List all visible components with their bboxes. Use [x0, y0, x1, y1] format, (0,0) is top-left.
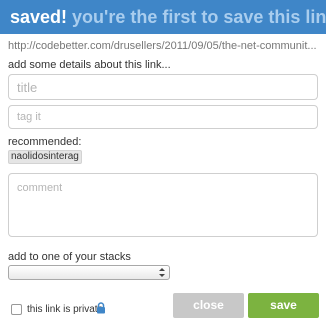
private-label: this link is private	[27, 304, 104, 315]
recommended-label: recommended:	[8, 136, 82, 148]
tag-input[interactable]	[8, 105, 318, 129]
save-button[interactable]: save	[248, 293, 319, 318]
link-url: http://codebetter.com/drusellers/2011/09…	[8, 40, 317, 52]
first-save-message: you're the first to save this link!	[72, 6, 326, 27]
header-bar: saved! you're the first to save this lin…	[0, 0, 326, 34]
close-button[interactable]: close	[173, 293, 244, 318]
title-input[interactable]	[8, 74, 318, 100]
comment-input[interactable]	[8, 173, 318, 237]
details-label: add some details about this link...	[8, 59, 171, 71]
lock-icon	[97, 302, 105, 314]
recommended-tag[interactable]: naolidosinterag	[8, 150, 82, 164]
select-arrows-icon	[159, 268, 165, 277]
stack-select[interactable]	[8, 265, 170, 280]
private-checkbox[interactable]	[11, 304, 22, 315]
stacks-label: add to one of your stacks	[8, 251, 131, 263]
saved-title: saved!	[10, 6, 68, 27]
